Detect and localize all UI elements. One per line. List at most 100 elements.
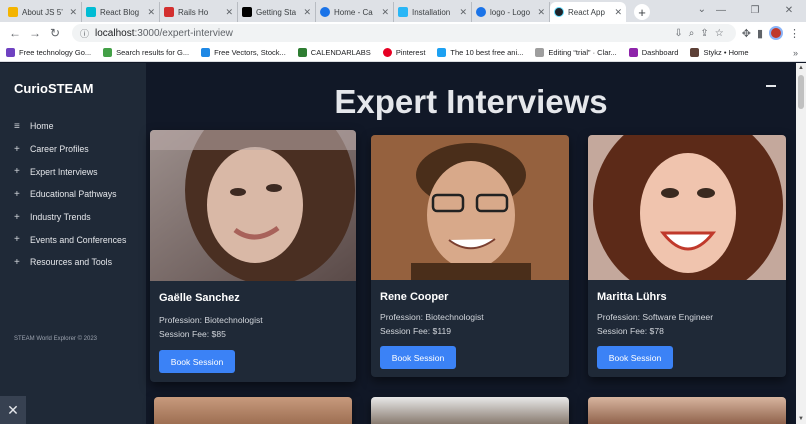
sidebar-item-label: Educational Pathways — [30, 189, 117, 200]
window-close-icon[interactable]: ✕ — [772, 0, 806, 22]
page-scrollbar[interactable]: ▲ ▼ — [796, 63, 806, 424]
close-sidebar-button[interactable]: ✕ — [0, 396, 26, 424]
bookmark-item[interactable]: Editing “trial” · Clar... — [535, 48, 617, 57]
window-controls: — ❐ ✕ — [704, 0, 806, 22]
profile-avatar[interactable] — [769, 26, 783, 40]
browser-tab[interactable]: Home - Ca ✕ — [316, 2, 394, 22]
plus-icon: + — [14, 188, 20, 200]
react-favicon-icon — [554, 7, 564, 17]
extensions-icon[interactable]: ✥ — [742, 27, 751, 40]
tab-title: Home - Ca — [334, 7, 373, 17]
browser-tab-active[interactable]: React App ✕ — [550, 2, 626, 22]
scrollbar-thumb[interactable] — [798, 75, 804, 109]
expert-photo — [371, 135, 569, 280]
tab-close-icon[interactable]: ✕ — [147, 7, 155, 18]
zoom-icon[interactable]: ⌕ — [689, 28, 695, 39]
sidebar-item-educational-pathways[interactable]: + Educational Pathways — [14, 183, 126, 206]
bookmark-item[interactable]: The 10 best free ani... — [437, 48, 523, 57]
info-icon[interactable]: ⓘ — [80, 27, 89, 40]
browser-tab[interactable]: About JS 5’ ✕ — [4, 2, 82, 22]
page-title: Expert Interviews — [334, 83, 608, 120]
main-content: Expert Interviews Gaëlle Sanchez Profess… — [146, 63, 796, 424]
bookmark-label: Editing “trial” · Clar... — [548, 48, 617, 57]
browser-tab[interactable]: Rails Ho ✕ — [160, 2, 238, 22]
sidebar-item-label: Resources and Tools — [30, 257, 112, 268]
share-icon[interactable]: ⇪ — [700, 28, 708, 39]
tab-title: Installation — [412, 7, 451, 17]
tab-close-icon[interactable]: ✕ — [69, 7, 77, 18]
scroll-up-icon[interactable]: ▲ — [798, 65, 804, 71]
tab-close-icon[interactable]: ✕ — [459, 7, 467, 18]
expert-photo — [371, 397, 569, 424]
tab-title: React Blog — [100, 7, 140, 17]
kebab-menu-icon[interactable]: ⋮ — [789, 27, 800, 40]
plus-icon: + — [14, 256, 20, 268]
expert-card — [371, 397, 569, 424]
bookmark-label: Dashboard — [641, 48, 679, 57]
browser-tab[interactable]: logo - Logo ✕ — [472, 2, 550, 22]
sidebar: CurioSTEAM ≡ Home + Career Profiles + Exper… — [0, 63, 146, 424]
tab-close-icon[interactable]: ✕ — [614, 7, 622, 18]
reload-icon[interactable]: ↻ — [46, 24, 64, 42]
bookmark-item[interactable]: Dashboard — [628, 48, 679, 57]
plus-icon: + — [14, 166, 20, 178]
sidebar-item-expert-interviews[interactable]: + Expert Interviews — [14, 160, 126, 183]
bookmark-label: Stykz • Home — [703, 48, 749, 57]
plus-icon: + — [14, 211, 20, 223]
url-host: localhost — [95, 27, 135, 39]
bookmark-item[interactable]: CALENDARLABS — [297, 48, 371, 57]
tab-favicon-icon — [476, 7, 486, 17]
back-icon[interactable]: ← — [6, 24, 24, 42]
book-session-button[interactable]: Book Session — [159, 350, 235, 373]
scroll-down-icon[interactable]: ▼ — [798, 416, 804, 422]
tab-favicon-icon — [398, 7, 408, 17]
brand-title[interactable]: CurioSTEAM — [14, 81, 93, 96]
expert-card: Gaëlle Sanchez Profession: Biotechnologi… — [150, 130, 356, 382]
sidebar-item-industry-trends[interactable]: + Industry Trends — [14, 206, 126, 229]
book-session-button[interactable]: Book Session — [380, 346, 456, 369]
tab-close-icon[interactable]: ✕ — [537, 7, 545, 18]
sidebar-item-events-and-conferences[interactable]: + Events and Conferences — [14, 228, 126, 251]
sidebar-item-label: Career Profiles — [30, 144, 89, 155]
tab-title: Rails Ho — [178, 7, 209, 17]
bookmark-item[interactable]: Search results for G... — [103, 48, 189, 57]
plus-icon: + — [14, 143, 20, 155]
expert-profession: Profession: Biotechnologist — [159, 315, 263, 325]
browser-toolbar: ← → ↻ ⓘ localhost:3000/expert-interview … — [0, 22, 806, 44]
expert-fee: Session Fee: $119 — [380, 326, 452, 336]
expert-card — [588, 397, 786, 424]
tab-close-icon[interactable]: ✕ — [225, 7, 233, 18]
side-panel-icon[interactable]: ▮ — [757, 27, 763, 40]
bookmark-item[interactable]: Pinterest — [382, 48, 426, 57]
minimize-menu-icon[interactable] — [766, 85, 776, 87]
bookmarks-overflow-icon[interactable]: » — [793, 48, 798, 58]
sidebar-nav: ≡ Home + Career Profiles + Expert Interview… — [14, 115, 126, 274]
bookmark-item[interactable]: Stykz • Home — [690, 48, 749, 57]
tab-favicon-icon — [320, 7, 330, 17]
browser-tab[interactable]: React Blog ✕ — [82, 2, 160, 22]
minimize-icon[interactable]: — — [704, 0, 738, 22]
bookmark-item[interactable]: Free Vectors, Stock... — [201, 48, 286, 57]
sidebar-item-resources-and-tools[interactable]: + Resources and Tools — [14, 251, 126, 274]
tab-favicon-icon — [8, 7, 18, 17]
sidebar-item-home[interactable]: ≡ Home — [14, 115, 126, 138]
tab-close-icon[interactable]: ✕ — [303, 7, 311, 18]
maximize-icon[interactable]: ❐ — [738, 0, 772, 22]
tab-title: React App — [568, 7, 605, 17]
tab-close-icon[interactable]: ✕ — [381, 7, 389, 18]
install-icon[interactable]: ⇩ — [674, 28, 682, 39]
bookmark-item[interactable]: Free technology Go... — [6, 48, 91, 57]
book-session-button[interactable]: Book Session — [597, 346, 673, 369]
sidebar-item-career-profiles[interactable]: + Career Profiles — [14, 138, 126, 161]
new-tab-button[interactable]: + — [634, 4, 650, 20]
bookmark-star-icon[interactable]: ☆ — [715, 28, 724, 39]
url-path: :3000/expert-interview — [134, 27, 233, 39]
expert-name: Maritta Lührs — [597, 291, 667, 303]
copyright-text: STEAM World Explorer © 2023 — [14, 336, 98, 342]
browser-tab[interactable]: Getting Sta ✕ — [238, 2, 316, 22]
forward-icon[interactable]: → — [26, 24, 44, 42]
browser-tab[interactable]: Installation ✕ — [394, 2, 472, 22]
address-bar[interactable]: ⓘ localhost:3000/expert-interview ⇩ ⌕ ⇪ … — [72, 24, 736, 42]
expert-card: Maritta Lührs Profession: Software Engin… — [588, 135, 786, 377]
bookmark-label: Pinterest — [395, 48, 426, 57]
